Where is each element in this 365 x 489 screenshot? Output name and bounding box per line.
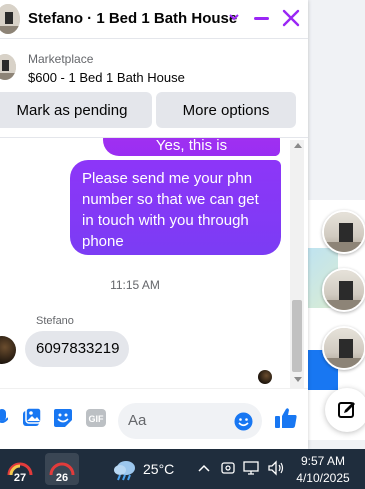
incoming-message[interactable]: 6097833219 (25, 331, 129, 367)
windows-taskbar: 27 26 25°C 9:57 AM 4/10/2025 (0, 449, 365, 489)
new-message-button[interactable] (325, 388, 365, 432)
chat-head-avatar-1[interactable] (322, 210, 365, 254)
network-icon[interactable] (243, 460, 261, 476)
chat-title[interactable]: Stefano · 1 Bed 1 Bath House (28, 10, 237, 27)
message-list[interactable]: Yes, this is astillvailable Please send … (0, 138, 290, 388)
camera-status-icon[interactable] (221, 460, 235, 476)
scroll-up-arrow[interactable] (294, 143, 302, 148)
close-icon[interactable] (282, 9, 300, 27)
scroll-down-arrow[interactable] (294, 377, 302, 382)
message-timestamp: 11:15 AM (110, 278, 160, 292)
taskbar-app-weather-2[interactable]: 26 (45, 453, 79, 485)
listing-title[interactable]: $600 - 1 Bed 1 Bath House (28, 70, 185, 85)
sticker-icon[interactable] (53, 408, 73, 428)
message-text: Yes, this is astillvailable (155, 138, 228, 154)
clock-time[interactable]: 9:57 AM (293, 453, 353, 469)
chevron-up-icon[interactable] (198, 460, 210, 476)
compose-icon (338, 402, 355, 418)
volume-icon[interactable] (267, 460, 285, 476)
message-scrollbar[interactable] (290, 140, 304, 388)
header-divider (0, 38, 308, 39)
mark-as-pending-button[interactable]: Mark as pending (0, 92, 152, 128)
microphone-icon[interactable] (0, 408, 8, 428)
chat-header[interactable]: Stefano · 1 Bed 1 Bath House (0, 0, 308, 38)
message-input[interactable] (128, 412, 228, 429)
chevron-down-icon[interactable] (228, 11, 240, 23)
svg-text:GIF: GIF (89, 414, 105, 424)
outgoing-message[interactable]: Please send me your phn number so that w… (70, 160, 281, 255)
message-input-box[interactable] (118, 403, 262, 439)
taskbar-app-weather-1[interactable]: 27 (3, 453, 37, 485)
chat-window: Stefano · 1 Bed 1 Bath House Marketplace… (0, 0, 308, 449)
app1-badge-text: 27 (14, 472, 26, 484)
sender-name: Stefano (36, 315, 74, 327)
outgoing-message[interactable]: Yes, this is astillvailable (103, 138, 280, 156)
app2-badge-text: 26 (56, 472, 68, 484)
marketplace-label: Marketplace (28, 52, 94, 66)
chat-head-avatar-3[interactable] (322, 326, 365, 370)
seen-indicator-avatar (258, 370, 272, 384)
listing-thumbnail (0, 54, 16, 80)
gif-icon[interactable]: GIF (85, 408, 107, 428)
chat-head-avatar-2[interactable] (322, 268, 365, 312)
weather-cloud-icon[interactable] (112, 459, 138, 481)
minimize-button[interactable] (254, 17, 269, 20)
message-composer: GIF (0, 388, 308, 449)
temperature-label[interactable]: 25°C (143, 461, 174, 477)
emoji-icon[interactable] (234, 412, 253, 431)
photo-icon[interactable] (22, 408, 42, 428)
sender-avatar[interactable] (0, 336, 16, 364)
more-options-button[interactable]: More options (156, 92, 296, 128)
clock-date[interactable]: 4/10/2025 (293, 470, 353, 486)
contact-avatar[interactable] (0, 4, 20, 34)
like-thumb-icon[interactable] (274, 407, 298, 429)
marketplace-listing[interactable]: Marketplace $600 - 1 Bed 1 Bath House (0, 46, 308, 86)
scroll-thumb[interactable] (292, 300, 302, 372)
